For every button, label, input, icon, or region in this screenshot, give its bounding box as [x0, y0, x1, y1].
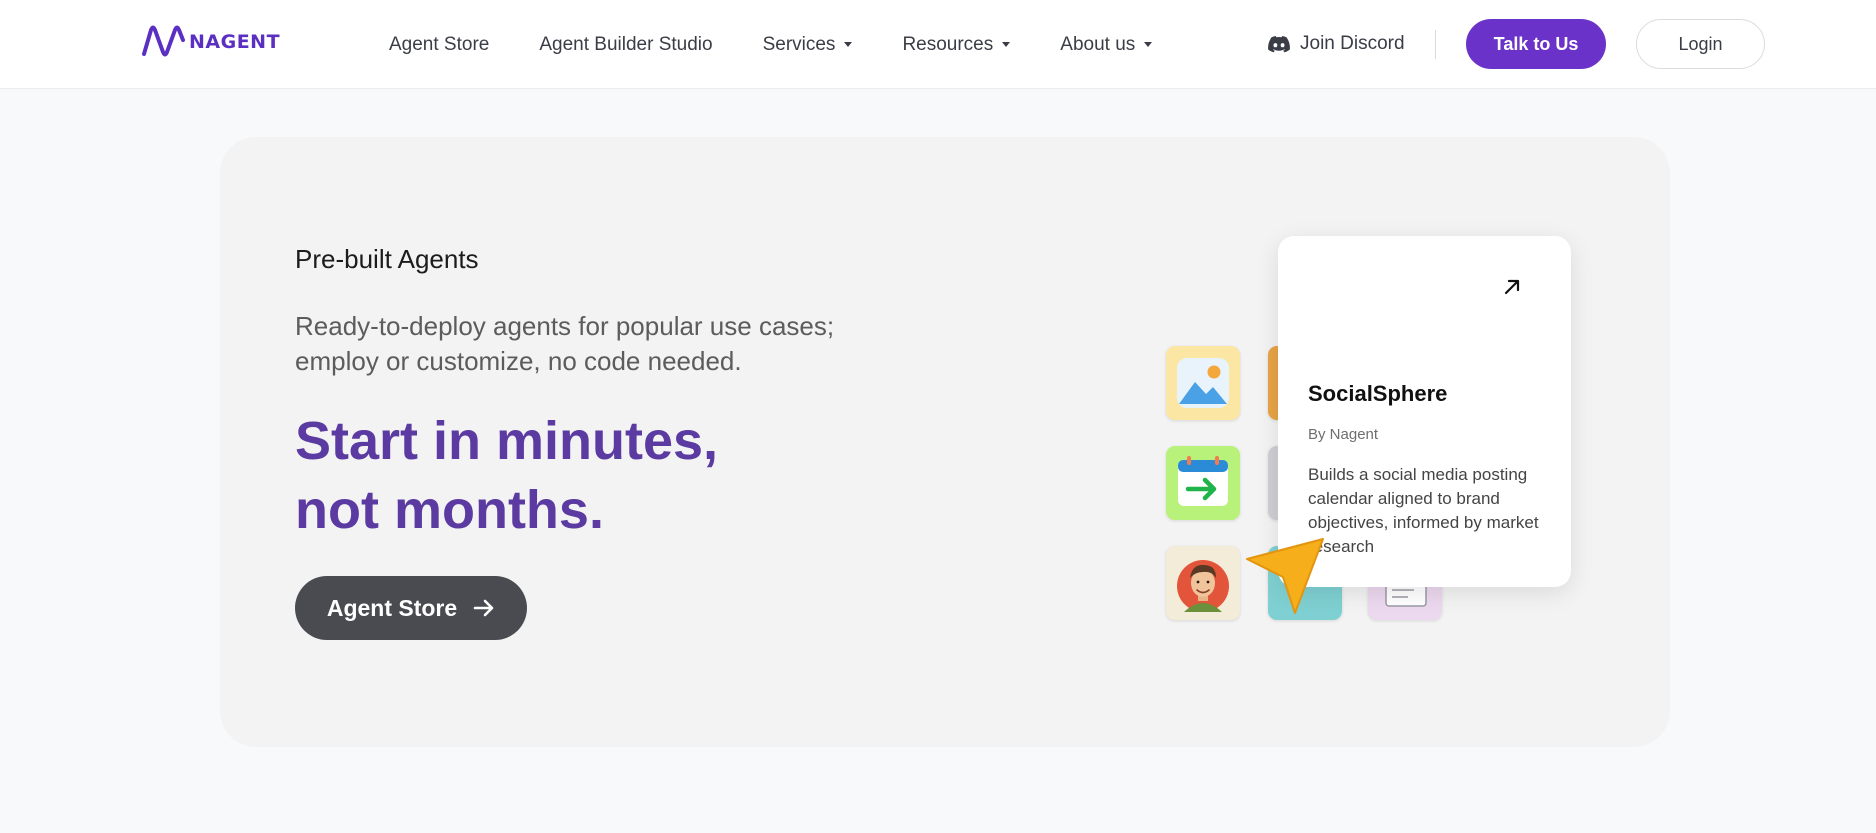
agent-tile-image[interactable]	[1166, 346, 1240, 420]
pointer-cursor-icon	[1246, 538, 1324, 614]
nav-resources-label: Resources	[902, 33, 994, 55]
agent-store-button-label: Agent Store	[326, 594, 458, 621]
logo-text: NAGENT	[189, 31, 281, 53]
nav-services-label: Services	[762, 33, 836, 55]
agent-tile-avatar[interactable]	[1166, 546, 1240, 620]
pre-built-agents-hero: Pre-built Agents Ready-to-deploy agents …	[220, 137, 1670, 747]
nav-agent-store-label: Agent Store	[389, 33, 490, 55]
headline-line-2: not months.	[295, 480, 604, 540]
talk-to-us-button[interactable]: Talk to Us	[1466, 19, 1606, 69]
nav-about-us[interactable]: About us	[1060, 33, 1153, 56]
image-icon	[1177, 358, 1229, 408]
agent-card-socialsphere[interactable]: SocialSphere By Nagent Builds a social m…	[1278, 236, 1571, 587]
caret-down-icon	[1002, 42, 1011, 47]
open-external-arrow-icon[interactable]	[1503, 278, 1521, 296]
nav-agent-builder-studio[interactable]: Agent Builder Studio	[539, 34, 712, 56]
logo-wave-icon	[142, 25, 185, 57]
join-discord-label: Join Discord	[1300, 33, 1405, 54]
agent-store-button[interactable]: Agent Store	[295, 576, 527, 640]
nav-services[interactable]: Services	[763, 34, 853, 56]
nagent-logo[interactable]: NAGENT	[142, 22, 280, 62]
avatar-icon	[1177, 560, 1229, 612]
nav-about-us-label: About us	[1060, 33, 1136, 55]
login-button[interactable]: Login	[1636, 19, 1765, 69]
calendar-arrow-icon	[1178, 456, 1228, 506]
agent-card-description: Builds a social media posting calendar a…	[1308, 465, 1539, 556]
caret-down-icon	[1144, 42, 1153, 47]
agent-card-author: By Nagent	[1308, 426, 1379, 443]
hero-headline: Start in minutes, not months.	[295, 407, 895, 545]
join-discord-link[interactable]: Join Discord	[1268, 29, 1405, 59]
nav-resources[interactable]: Resources	[902, 33, 1011, 56]
nav-agent-builder-studio-label: Agent Builder Studio	[539, 33, 713, 55]
discord-icon	[1268, 35, 1290, 52]
headline-line-1: Start in minutes,	[295, 411, 719, 471]
nav-divider	[1435, 30, 1436, 59]
agent-tile-calendar[interactable]	[1166, 446, 1240, 520]
section-subtitle: Ready-to-deploy agents for popular use c…	[295, 311, 835, 376]
agent-card-title: SocialSphere	[1308, 381, 1448, 406]
top-nav: NAGENT Agent Store Agent Builder Studio …	[0, 0, 1876, 89]
arrow-right-icon	[473, 599, 494, 617]
section-eyebrow: Pre-built Agents	[295, 244, 479, 274]
nav-agent-store[interactable]: Agent Store	[389, 34, 489, 56]
caret-down-icon	[844, 42, 853, 47]
nav-links: Agent Store Agent Builder Studio Service…	[389, 0, 1202, 89]
